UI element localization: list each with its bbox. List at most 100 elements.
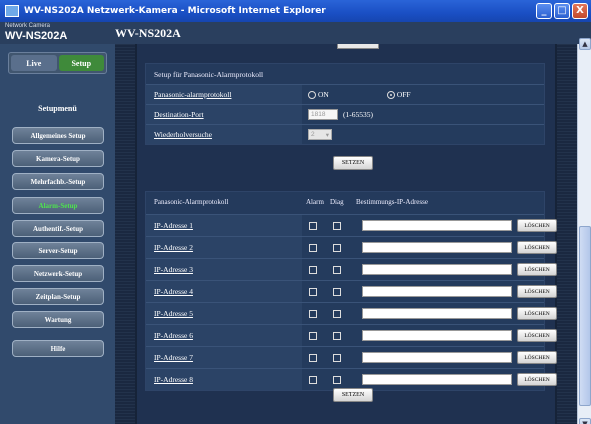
ip-address-input[interactable] bbox=[362, 242, 512, 253]
retries-selected: 2 bbox=[311, 131, 315, 138]
menu-schedule-setup[interactable]: Zeitplan-Setup bbox=[12, 288, 104, 305]
window-title: WV-NS202A Netzwerk-Kamera - Microsoft In… bbox=[24, 6, 326, 16]
scroll-up-button[interactable]: ▲ bbox=[579, 38, 591, 50]
delete-button[interactable]: LÖSCHEN bbox=[517, 263, 557, 276]
destination-port-row: Destination-Port 1818 (1-65535) bbox=[146, 104, 544, 124]
brand-subtitle: Network Camera bbox=[5, 23, 51, 29]
diag-checkbox[interactable] bbox=[333, 288, 341, 296]
ip-address-label[interactable]: IP-Adresse 6 bbox=[154, 331, 193, 340]
ip-address-label[interactable]: IP-Adresse 1 bbox=[154, 221, 193, 230]
ip-address-label[interactable]: IP-Adresse 2 bbox=[154, 243, 193, 252]
delete-button[interactable]: LÖSCHEN bbox=[517, 285, 557, 298]
alarm-protocol-label[interactable]: Panasonic-alarmprotokoll bbox=[146, 90, 302, 99]
radio-off-icon[interactable] bbox=[386, 90, 395, 99]
ip-address-input[interactable] bbox=[362, 308, 512, 319]
ip-address-row: IP-Adresse 4 LÖSCHEN bbox=[146, 280, 557, 302]
diag-checkbox[interactable] bbox=[333, 354, 341, 362]
retries-label[interactable]: Wiederholversuche bbox=[146, 130, 302, 139]
retries-row: Wiederholversuche 2 ▾ bbox=[146, 124, 544, 144]
ip-address-input[interactable] bbox=[362, 286, 512, 297]
destination-port-value: 1818 (1-65535) bbox=[302, 105, 544, 124]
sidebar: Live Setup Setupmenü Allgemeines Setup K… bbox=[0, 44, 115, 424]
delete-button[interactable]: LÖSCHEN bbox=[517, 241, 557, 254]
ip-address-input[interactable] bbox=[362, 264, 512, 275]
scroll-thumb[interactable] bbox=[579, 226, 591, 406]
ip-address-row: IP-Adresse 7 LÖSCHEN bbox=[146, 346, 557, 368]
section-heading: Setup für Panasonic-Alarmprotokoll bbox=[146, 64, 544, 84]
minimize-button[interactable]: _ bbox=[536, 3, 552, 19]
ip-address-row: IP-Adresse 8 LÖSCHEN bbox=[146, 368, 557, 390]
maximize-button[interactable]: □ bbox=[554, 3, 570, 19]
col-alarm: Alarm bbox=[306, 198, 324, 206]
menu-maintenance[interactable]: Wartung bbox=[12, 311, 104, 328]
ip-address-row: IP-Adresse 1 LÖSCHEN bbox=[146, 214, 557, 236]
window-controls: _ □ X bbox=[536, 3, 588, 19]
ip-address-row: IP-Adresse 6 LÖSCHEN bbox=[146, 324, 557, 346]
set-button-ip[interactable]: SETZEN bbox=[333, 388, 373, 402]
diag-checkbox[interactable] bbox=[333, 222, 341, 230]
live-button[interactable]: Live bbox=[11, 55, 57, 71]
alarm-protocol-value: ON OFF bbox=[302, 85, 544, 104]
previous-set-button[interactable] bbox=[337, 44, 379, 49]
radio-on[interactable]: ON bbox=[308, 90, 329, 99]
col-diag: Diag bbox=[330, 198, 344, 206]
radio-on-icon[interactable] bbox=[308, 90, 316, 99]
ip-address-input[interactable] bbox=[362, 330, 512, 341]
menu-network-setup[interactable]: Netzwerk-Setup bbox=[12, 265, 104, 282]
alarm-checkbox[interactable] bbox=[309, 222, 317, 230]
menu-alarm-setup[interactable]: Alarm-Setup bbox=[12, 197, 104, 214]
alarm-checkbox[interactable] bbox=[309, 288, 317, 296]
menu-camera-setup[interactable]: Kamera-Setup bbox=[12, 150, 104, 167]
alarm-checkbox[interactable] bbox=[309, 376, 317, 384]
alarm-checkbox[interactable] bbox=[309, 354, 317, 362]
close-button[interactable]: X bbox=[572, 3, 588, 19]
menu-auth-setup[interactable]: Authentif.-Setup bbox=[12, 220, 104, 237]
menu-server-setup[interactable]: Server-Setup bbox=[12, 242, 104, 259]
ip-address-label[interactable]: IP-Adresse 7 bbox=[154, 353, 193, 362]
ip-address-label[interactable]: IP-Adresse 4 bbox=[154, 287, 193, 296]
diag-checkbox[interactable] bbox=[333, 376, 341, 384]
menu-multiscreen-setup[interactable]: Mehrfachb.-Setup bbox=[12, 173, 104, 190]
destination-port-label[interactable]: Destination-Port bbox=[146, 110, 302, 119]
vertical-scrollbar[interactable]: ▲ ▼ bbox=[577, 38, 591, 424]
alarm-protocol-row: Panasonic-alarmprotokoll ON OFF bbox=[146, 84, 544, 104]
menu-general-setup[interactable]: Allgemeines Setup bbox=[12, 127, 104, 144]
diag-checkbox[interactable] bbox=[333, 310, 341, 318]
chevron-down-icon: ▾ bbox=[325, 131, 329, 139]
alarm-checkbox[interactable] bbox=[309, 244, 317, 252]
window-titlebar: WV-NS202A Netzwerk-Kamera - Microsoft In… bbox=[0, 0, 591, 22]
settings-panel: Setup für Panasonic-Alarmprotokoll Panas… bbox=[137, 44, 557, 424]
alarm-checkbox[interactable] bbox=[309, 266, 317, 274]
retries-select[interactable]: 2 ▾ bbox=[308, 129, 332, 140]
setup-button[interactable]: Setup bbox=[58, 55, 104, 71]
menu-help[interactable]: Hilfe bbox=[12, 340, 104, 357]
diag-checkbox[interactable] bbox=[333, 244, 341, 252]
ip-address-label[interactable]: IP-Adresse 3 bbox=[154, 265, 193, 274]
diag-checkbox[interactable] bbox=[333, 266, 341, 274]
alarm-checkbox[interactable] bbox=[309, 332, 317, 340]
ip-table-header: Panasonic-Alarmprotokoll Alarm Diag Best… bbox=[146, 192, 544, 214]
set-button-protocol[interactable]: SETZEN bbox=[333, 156, 373, 170]
ip-address-input[interactable] bbox=[362, 220, 512, 231]
ip-address-row: IP-Adresse 3 LÖSCHEN bbox=[146, 258, 557, 280]
decor-stripe-right bbox=[557, 44, 577, 424]
camera-header: Network Camera WV-NS202A WV-NS202A bbox=[0, 22, 591, 44]
ip-address-label[interactable]: IP-Adresse 8 bbox=[154, 375, 193, 384]
ip-address-label[interactable]: IP-Adresse 5 bbox=[154, 309, 193, 318]
scroll-down-button[interactable]: ▼ bbox=[579, 418, 591, 424]
brand-model: WV-NS202A bbox=[5, 30, 68, 42]
ip-table-heading: Panasonic-Alarmprotokoll bbox=[154, 198, 229, 206]
delete-button[interactable]: LÖSCHEN bbox=[517, 219, 557, 232]
main-content: Setup für Panasonic-Alarmprotokoll Panas… bbox=[115, 44, 577, 424]
radio-off[interactable]: OFF bbox=[386, 90, 411, 99]
delete-button[interactable]: LÖSCHEN bbox=[517, 329, 557, 342]
destination-port-input[interactable]: 1818 bbox=[308, 109, 338, 120]
retries-value: 2 ▾ bbox=[302, 125, 544, 144]
alarm-checkbox[interactable] bbox=[309, 310, 317, 318]
delete-button[interactable]: LÖSCHEN bbox=[517, 351, 557, 364]
delete-button[interactable]: LÖSCHEN bbox=[517, 373, 557, 386]
delete-button[interactable]: LÖSCHEN bbox=[517, 307, 557, 320]
diag-checkbox[interactable] bbox=[333, 332, 341, 340]
ip-address-input[interactable] bbox=[362, 374, 512, 385]
ip-address-input[interactable] bbox=[362, 352, 512, 363]
